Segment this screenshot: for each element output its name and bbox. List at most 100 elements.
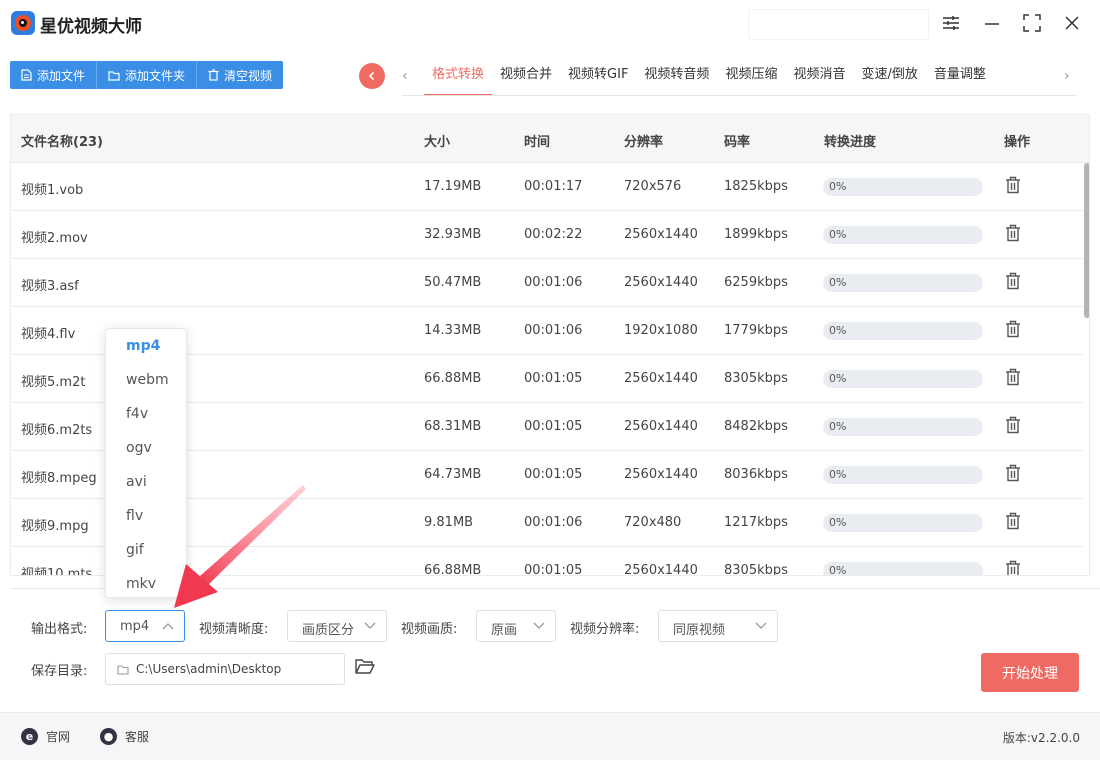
tab-video-to-gif[interactable]: 视频转GIF bbox=[560, 56, 636, 96]
delete-row-trash-icon[interactable] bbox=[1005, 560, 1021, 575]
tab-video-to-audio[interactable]: 视频转音频 bbox=[636, 56, 717, 96]
website-label: 官网 bbox=[46, 730, 71, 744]
format-option-avi[interactable]: avi bbox=[106, 465, 186, 499]
cell-resolution: 720x480 bbox=[624, 515, 682, 530]
clear-videos-button[interactable]: 清空视频 bbox=[197, 61, 283, 89]
cell-name: 视频4.flv bbox=[21, 327, 76, 342]
chevron-down-icon bbox=[755, 622, 767, 629]
maximize-icon[interactable] bbox=[1019, 10, 1045, 36]
cell-size: 50.47MB bbox=[424, 275, 482, 290]
format-option-gif[interactable]: gif bbox=[106, 533, 186, 567]
delete-row-trash-icon[interactable] bbox=[1005, 320, 1021, 342]
file-actions-toolbar: 添加文件 添加文件夹 清空视频 bbox=[10, 61, 284, 89]
output-format-label: 输出格式: bbox=[31, 622, 88, 637]
format-option-webm[interactable]: webm bbox=[106, 363, 186, 397]
cell-name: 视频5.m2t bbox=[21, 375, 86, 390]
delete-row-trash-icon[interactable] bbox=[1005, 464, 1021, 486]
tabs-divider bbox=[402, 95, 1077, 96]
header-progress: 转换进度 bbox=[824, 135, 877, 150]
tab-video-compress[interactable]: 视频压缩 bbox=[717, 56, 785, 96]
resolution-select[interactable]: 同原视频 bbox=[658, 610, 778, 642]
cell-resolution: 2560x1440 bbox=[624, 419, 698, 434]
clear-videos-label: 清空视频 bbox=[224, 68, 273, 83]
chevron-left-icon bbox=[368, 71, 375, 81]
add-folder-button[interactable]: 添加文件夹 bbox=[97, 61, 198, 89]
delete-row-trash-icon[interactable] bbox=[1005, 368, 1021, 390]
cell-resolution: 2560x1440 bbox=[624, 227, 698, 242]
cell-size: 66.88MB bbox=[424, 371, 482, 386]
progress-text: 0% bbox=[829, 468, 847, 481]
cell-size: 32.93MB bbox=[424, 227, 482, 242]
minimize-icon[interactable] bbox=[979, 10, 1005, 36]
format-option-flv[interactable]: flv bbox=[106, 499, 186, 533]
quality-label: 视频画质: bbox=[401, 622, 458, 637]
tab-video-merge[interactable]: 视频合并 bbox=[492, 56, 560, 96]
header-name: 文件名称(23) bbox=[21, 135, 103, 150]
folder-icon bbox=[108, 70, 120, 81]
cell-resolution: 2560x1440 bbox=[624, 563, 698, 576]
cell-resolution: 2560x1440 bbox=[624, 371, 698, 386]
table-row[interactable]: 视频1.vob 17.19MB 00:01:17 720x576 1825kbps 0% bbox=[11, 163, 1083, 211]
format-option-mp4[interactable]: mp4 bbox=[106, 329, 186, 363]
progress-text: 0% bbox=[829, 516, 847, 529]
cell-time: 00:01:05 bbox=[524, 371, 583, 386]
tab-speed-reverse[interactable]: 变速/倒放 bbox=[853, 56, 925, 96]
cell-bitrate: 1899kbps bbox=[724, 227, 788, 242]
title-bar: 星优视频大师 bbox=[0, 0, 1100, 48]
title-search-box[interactable] bbox=[748, 9, 929, 40]
cell-bitrate: 8482kbps bbox=[724, 419, 788, 434]
close-icon[interactable] bbox=[1059, 10, 1085, 36]
chevron-down-icon bbox=[533, 622, 545, 629]
chat-bubble-icon: ● bbox=[100, 728, 117, 745]
cell-size: 9.81MB bbox=[424, 515, 474, 530]
clarity-label: 视频清晰度: bbox=[199, 622, 269, 637]
file-icon bbox=[21, 69, 32, 81]
cell-resolution: 2560x1440 bbox=[624, 467, 698, 482]
clarity-select[interactable]: 画质区分 bbox=[287, 610, 387, 642]
app-window: 星优视频大师 添加文件 添加文件夹 清空视频 ‹ 格式转换 视频合并 视频转GI… bbox=[0, 0, 1100, 760]
progress-bar: 0% bbox=[823, 370, 983, 388]
delete-row-trash-icon[interactable] bbox=[1005, 272, 1021, 294]
format-option-f4v[interactable]: f4v bbox=[106, 397, 186, 431]
delete-row-trash-icon[interactable] bbox=[1005, 512, 1021, 534]
clarity-value: 画质区分 bbox=[302, 623, 355, 638]
tabs-prev-icon[interactable]: ‹ bbox=[402, 68, 408, 84]
cell-size: 14.33MB bbox=[424, 323, 482, 338]
trash-icon bbox=[208, 69, 219, 81]
add-file-label: 添加文件 bbox=[37, 68, 86, 83]
cell-bitrate: 1825kbps bbox=[724, 179, 788, 194]
scroll-thumb[interactable] bbox=[1084, 163, 1089, 318]
format-option-ogv[interactable]: ogv bbox=[106, 431, 186, 465]
header-resolution: 分辨率 bbox=[624, 135, 664, 150]
cell-name: 视频10.mts bbox=[21, 567, 93, 576]
tabs-next-icon[interactable]: › bbox=[1064, 68, 1070, 84]
add-file-button[interactable]: 添加文件 bbox=[10, 61, 98, 89]
tab-video-mute[interactable]: 视频消音 bbox=[785, 56, 853, 96]
progress-bar: 0% bbox=[823, 274, 983, 292]
start-processing-button[interactable]: 开始处理 bbox=[981, 653, 1079, 692]
save-dir-input[interactable]: C:\Users\admin\Desktop bbox=[105, 653, 345, 685]
progress-bar: 0% bbox=[823, 514, 983, 532]
format-option-mkv[interactable]: mkv bbox=[106, 567, 186, 597]
table-scrollbar[interactable] bbox=[1084, 163, 1089, 575]
delete-row-trash-icon[interactable] bbox=[1005, 176, 1021, 198]
settings-sliders-icon[interactable] bbox=[938, 10, 964, 36]
collapse-button[interactable] bbox=[359, 63, 385, 89]
header-bitrate: 码率 bbox=[724, 135, 751, 150]
table-row[interactable]: 视频3.asf 50.47MB 00:01:06 2560x1440 6259kbps 0… bbox=[11, 259, 1083, 307]
quality-value: 原画 bbox=[491, 623, 518, 638]
tab-format-convert[interactable]: 格式转换 bbox=[424, 56, 493, 96]
tab-volume-adjust[interactable]: 音量调整 bbox=[926, 56, 994, 96]
support-link[interactable]: ● 客服 bbox=[100, 728, 149, 745]
open-folder-icon[interactable] bbox=[355, 658, 375, 679]
cell-time: 00:01:05 bbox=[524, 419, 583, 434]
cell-name: 视频6.m2ts bbox=[21, 423, 93, 438]
progress-text: 0% bbox=[829, 564, 847, 576]
output-format-select[interactable]: mp4 bbox=[105, 610, 185, 642]
delete-row-trash-icon[interactable] bbox=[1005, 416, 1021, 438]
table-row[interactable]: 视频2.mov 32.93MB 00:02:22 2560x1440 1899kbps 0… bbox=[11, 211, 1083, 259]
delete-row-trash-icon[interactable] bbox=[1005, 224, 1021, 246]
cell-size: 66.88MB bbox=[424, 563, 482, 576]
website-link[interactable]: e 官网 bbox=[21, 728, 70, 745]
quality-select[interactable]: 原画 bbox=[476, 610, 556, 642]
